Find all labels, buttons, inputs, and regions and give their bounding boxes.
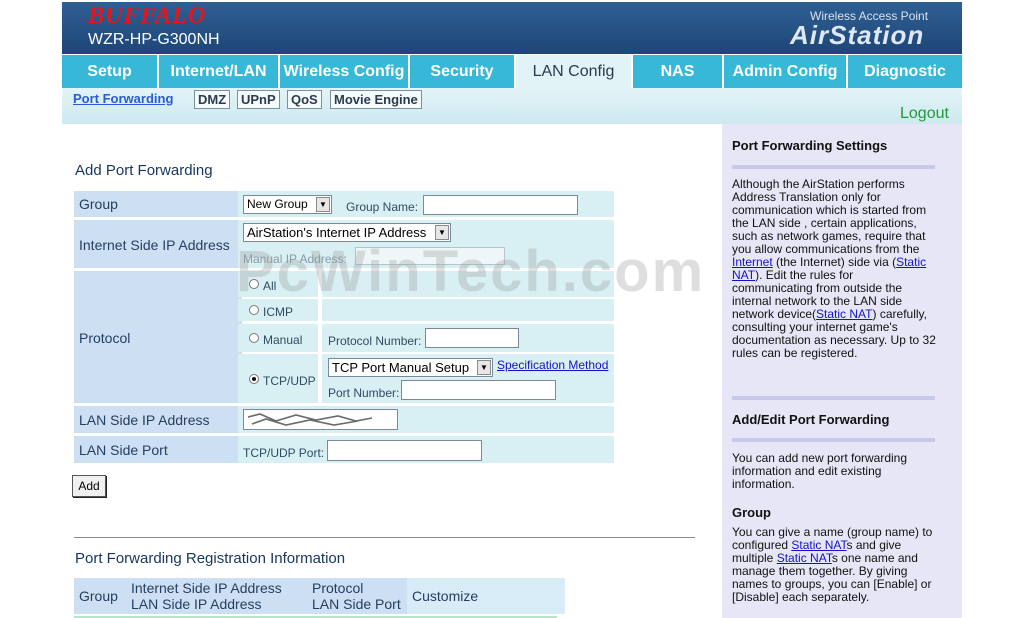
- registration-title: Port Forwarding Registration Information: [75, 550, 346, 567]
- group-select[interactable]: New Group ▼: [243, 195, 332, 214]
- tcp-setup-select-value: TCP Port Manual Setup: [332, 360, 470, 375]
- help-title-group: Group: [732, 505, 771, 520]
- protocol-tcpudp-radio[interactable]: [249, 374, 259, 384]
- help-paragraph-3: You can give a name (group name) to conf…: [732, 526, 937, 604]
- protocol-tcpudp-label: TCP/UDP: [263, 374, 316, 388]
- port-number-input[interactable]: [401, 380, 556, 400]
- tab-diagnostic[interactable]: Diagnostic: [848, 55, 962, 88]
- group-name-input[interactable]: [423, 195, 578, 215]
- help-title-port-forwarding: Port Forwarding Settings: [732, 138, 888, 153]
- add-port-forwarding-title: Add Port Forwarding: [75, 162, 213, 179]
- tab-admin-config[interactable]: Admin Config: [724, 55, 846, 88]
- help-paragraph-2: You can add new port forwarding informat…: [732, 451, 908, 491]
- help-link-static-nat-3[interactable]: Static NAT: [791, 538, 846, 552]
- group-name-label: Group Name:: [346, 200, 419, 214]
- help-divider: [732, 396, 935, 400]
- buffalo-logo: BUFFALO: [88, 3, 207, 29]
- add-button[interactable]: Add: [72, 475, 106, 497]
- help-divider: [732, 438, 935, 442]
- chevron-down-icon: ▼: [477, 360, 491, 375]
- airstation-logo: AirStation: [790, 20, 925, 50]
- reg-col-protocol: Protocol: [312, 580, 364, 596]
- tab-setup[interactable]: Setup: [62, 55, 157, 88]
- lan-ip-input[interactable]: [243, 409, 398, 430]
- tab-nas[interactable]: NAS: [633, 55, 722, 88]
- help-p1-text-a: Although the AirStation performs Address…: [732, 177, 927, 256]
- help-link-internet[interactable]: Internet: [732, 255, 773, 269]
- help-link-static-nat-2[interactable]: Static NAT: [816, 307, 872, 321]
- tcpudp-port-input[interactable]: [327, 440, 482, 461]
- group-select-value: New Group: [247, 197, 308, 211]
- tab-wireless-config[interactable]: Wireless Config: [280, 55, 408, 88]
- help-divider: [732, 165, 935, 169]
- help-paragraph-1: Although the AirStation performs Address…: [732, 178, 937, 360]
- help-p1-text-b: (the Internet) side via (: [772, 255, 897, 269]
- lan-ip-label: LAN Side IP Address: [79, 412, 210, 428]
- section-divider: [74, 537, 695, 538]
- tcpudp-port-label: TCP/UDP Port:: [243, 446, 325, 460]
- specification-method-link[interactable]: Specification Method: [497, 358, 608, 372]
- logout-link[interactable]: Logout: [900, 105, 949, 123]
- reg-col-customize: Customize: [412, 588, 479, 604]
- watermark-text: PcWinTech.com: [236, 239, 706, 304]
- redacted-scribble-icon: [247, 413, 373, 426]
- subnav-port-forwarding[interactable]: Port Forwarding: [70, 90, 176, 107]
- protocol-number-input[interactable]: [425, 328, 519, 348]
- group-label: Group: [79, 196, 118, 212]
- port-number-label: Port Number:: [328, 386, 400, 400]
- help-link-static-nat-4[interactable]: Static NAT: [777, 551, 832, 565]
- protocol-manual-label: Manual: [263, 333, 303, 347]
- protocol-icmp-label: ICMP: [263, 305, 293, 319]
- tab-lan-config[interactable]: LAN Config: [516, 55, 631, 90]
- reg-col-lan-ip: LAN Side IP Address: [131, 596, 262, 612]
- protocol-label: Protocol: [79, 330, 131, 346]
- reg-col-internet-ip: Internet Side IP Address: [131, 580, 282, 596]
- protocol-manual-radio[interactable]: [249, 333, 259, 343]
- tcp-setup-select[interactable]: TCP Port Manual Setup ▼: [328, 358, 493, 377]
- tab-security[interactable]: Security: [410, 55, 514, 88]
- subnav-upnp[interactable]: UPnP: [237, 90, 280, 109]
- tab-internet-lan[interactable]: Internet/LAN: [159, 55, 278, 88]
- chevron-down-icon: ▼: [316, 197, 330, 212]
- protocol-icmp-radio[interactable]: [249, 305, 259, 315]
- subnav-movie-engine[interactable]: Movie Engine: [330, 90, 422, 109]
- reg-col-lan-port: LAN Side Port: [312, 596, 401, 612]
- model-name: WZR-HP-G300NH: [88, 31, 220, 48]
- lan-port-label: LAN Side Port: [79, 442, 168, 458]
- right-gutter: [962, 0, 1022, 618]
- subnav-dmz[interactable]: DMZ: [194, 90, 231, 109]
- reg-col-group: Group: [79, 588, 118, 604]
- subnav-qos[interactable]: QoS: [287, 90, 322, 109]
- help-title-add-edit: Add/Edit Port Forwarding: [732, 412, 890, 427]
- internet-ip-label: Internet Side IP Address: [79, 237, 230, 253]
- protocol-number-label: Protocol Number:: [328, 334, 422, 348]
